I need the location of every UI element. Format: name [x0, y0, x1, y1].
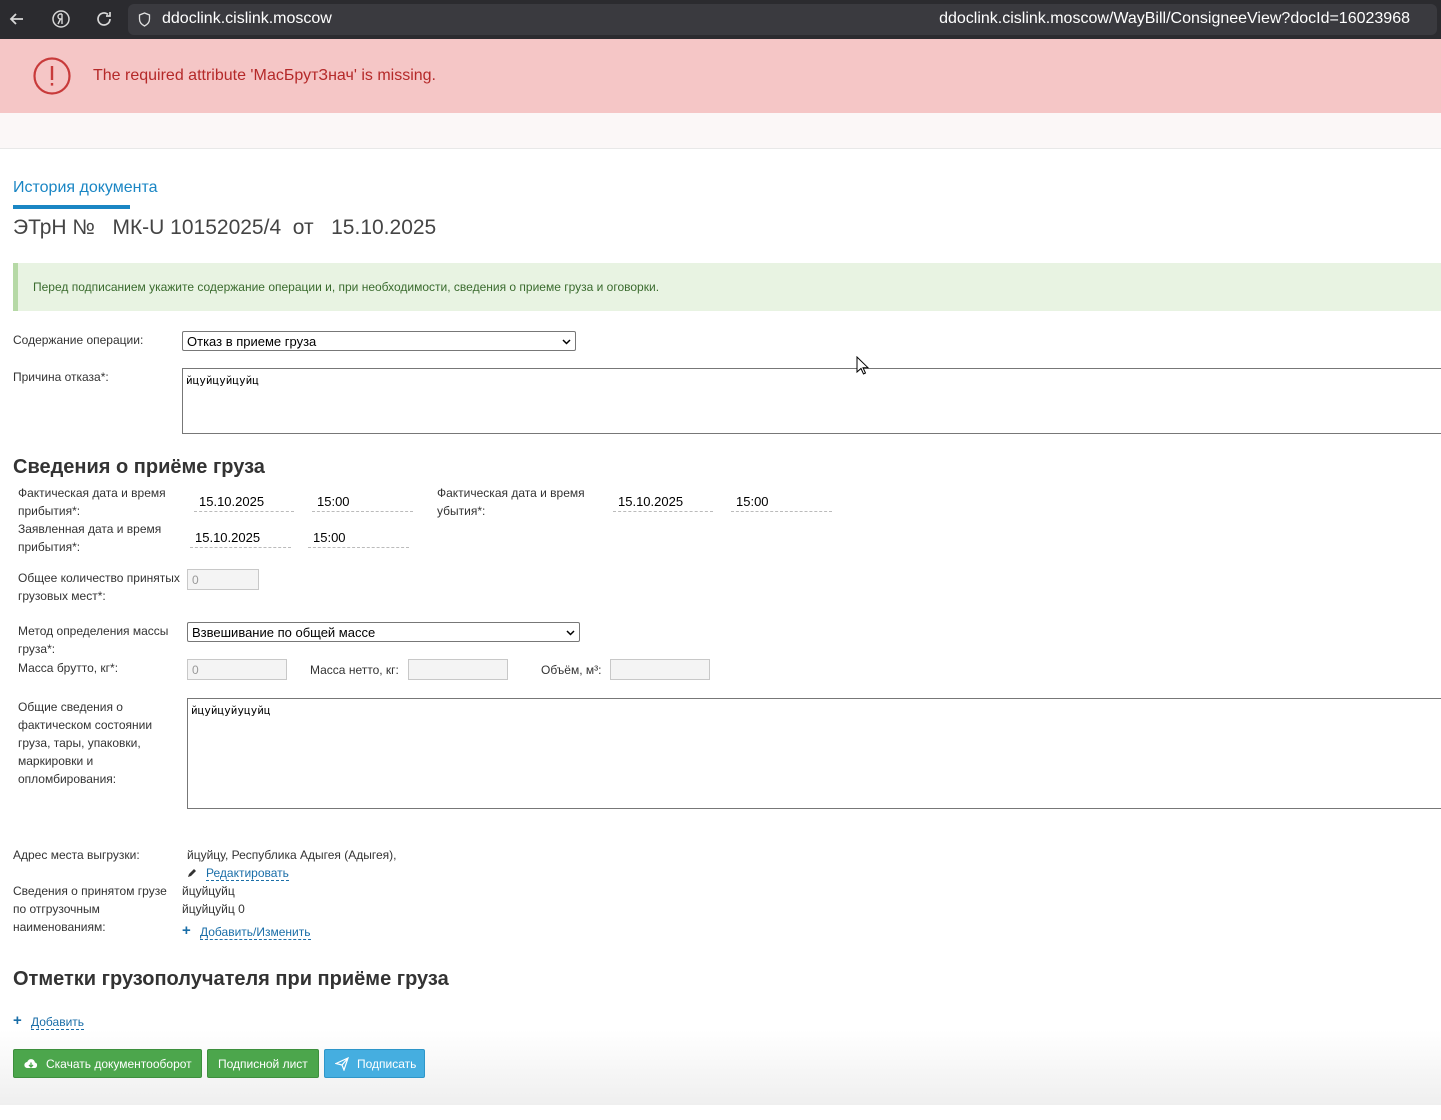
add-mark-link[interactable]: Добавить [31, 1015, 85, 1030]
sign-button[interactable]: Подписать [324, 1049, 425, 1078]
places-label: Общее количество принятых грузовых мест*… [18, 571, 180, 603]
condition-textarea[interactable]: йцуйцуйуцуйц [187, 698, 1441, 809]
chevron-down-icon [566, 630, 575, 636]
back-icon[interactable] [6, 8, 28, 30]
browser-toolbar: ddoclink.cislink.moscow ddoclink.cislink… [0, 0, 1441, 39]
error-message: The required attribute 'МасБрутЗнач' is … [93, 67, 436, 84]
yandex-icon[interactable] [50, 8, 72, 30]
shield-icon[interactable] [138, 12, 151, 27]
mass-method-label: Метод определения массы груза*: [18, 624, 169, 656]
cloud-download-icon [24, 1059, 38, 1069]
actual-departure-time[interactable]: 15:00 [731, 492, 832, 512]
reason-label: Причина отказа*: [13, 370, 109, 384]
sign-sheet-button[interactable]: Подписной лист [207, 1049, 319, 1078]
declared-arrival-date[interactable]: 15.10.2025 [190, 528, 291, 548]
sign-button-label: Подписать [357, 1057, 417, 1071]
reason-textarea[interactable]: йцуйцуйцуйц [182, 368, 1441, 434]
download-button-label: Скачать документооборот [46, 1057, 192, 1071]
accepted-cargo-line-2: йцуйцуйц 0 [182, 902, 245, 916]
reload-icon[interactable] [93, 8, 115, 30]
actual-departure-date[interactable]: 15.10.2025 [613, 492, 713, 512]
pencil-icon [188, 869, 196, 877]
net-mass-label: Масса нетто, кг: [310, 663, 399, 677]
actual-departure-label: Фактическая дата и время убытия*: [437, 486, 585, 518]
address-url: ddoclink.cislink.moscow/WayBill/Consigne… [939, 10, 1410, 27]
page-title: ЭТрН № МК-U 10152025/4 от 15.10.2025 [13, 216, 437, 239]
download-button[interactable]: Скачать документооборот [13, 1049, 202, 1078]
address-host: ddoclink.cislink.moscow [162, 10, 332, 27]
address-value: йцуйцу, Республика Адыгея (Адыгея), [187, 848, 397, 862]
paper-plane-icon [335, 1057, 349, 1071]
operation-select-value: Отказ в приеме груза [187, 334, 317, 349]
actual-arrival-label: Фактическая дата и время прибытия*: [18, 486, 166, 518]
marks-section-heading: Отметки грузополучателя при приёме груза [13, 968, 449, 990]
mass-method-select-value: Взвешивание по общей массе [192, 625, 376, 640]
mouse-cursor-icon [856, 356, 870, 375]
tab-document-history[interactable]: История документа [13, 179, 158, 209]
plus-icon: + [13, 1012, 22, 1029]
actual-arrival-date[interactable]: 15.10.2025 [194, 492, 294, 512]
declared-arrival-label: Заявленная дата и время прибытия*: [18, 522, 162, 554]
error-alert: The required attribute 'МасБрутЗнач' is … [0, 39, 1441, 113]
volume-input[interactable] [610, 659, 710, 680]
net-mass-input[interactable] [408, 659, 508, 680]
declared-arrival-time[interactable]: 15:00 [308, 528, 409, 548]
chevron-down-icon [562, 339, 571, 345]
info-message: Перед подписанием укажите содержание опе… [33, 280, 660, 294]
plus-icon: + [182, 922, 191, 939]
add-change-link[interactable]: Добавить/Изменить [200, 925, 311, 940]
address-label: Адрес места выгрузки: [13, 848, 140, 862]
operation-select[interactable]: Отказ в приеме груза [182, 331, 576, 351]
exclamation-circle-icon [33, 57, 71, 95]
address-bar[interactable]: ddoclink.cislink.moscow ddoclink.cislink… [128, 4, 1437, 35]
volume-label: Объём, м³: [541, 663, 602, 677]
gross-mass-label: Масса брутто, кг*: [18, 661, 119, 675]
cargo-section-heading: Сведения о приёме груза [13, 456, 265, 478]
mass-method-select[interactable]: Взвешивание по общей массе [187, 622, 580, 642]
operation-label: Содержание операции: [13, 333, 144, 347]
accepted-cargo-label: Сведения о принятом грузе по отгрузочным… [13, 884, 167, 934]
places-input[interactable]: 0 [187, 569, 259, 590]
gross-mass-input[interactable]: 0 [187, 659, 287, 680]
edit-address-link[interactable]: Редактировать [206, 866, 289, 881]
divider-strip [0, 113, 1441, 149]
info-alert: Перед подписанием укажите содержание опе… [13, 263, 1441, 311]
accepted-cargo-line-1: йцуйцуйц [182, 884, 235, 898]
condition-label: Общие сведения о фактическом состоянии г… [18, 700, 153, 786]
actual-arrival-time[interactable]: 15:00 [312, 492, 413, 512]
sign-sheet-button-label: Подписной лист [218, 1057, 308, 1071]
